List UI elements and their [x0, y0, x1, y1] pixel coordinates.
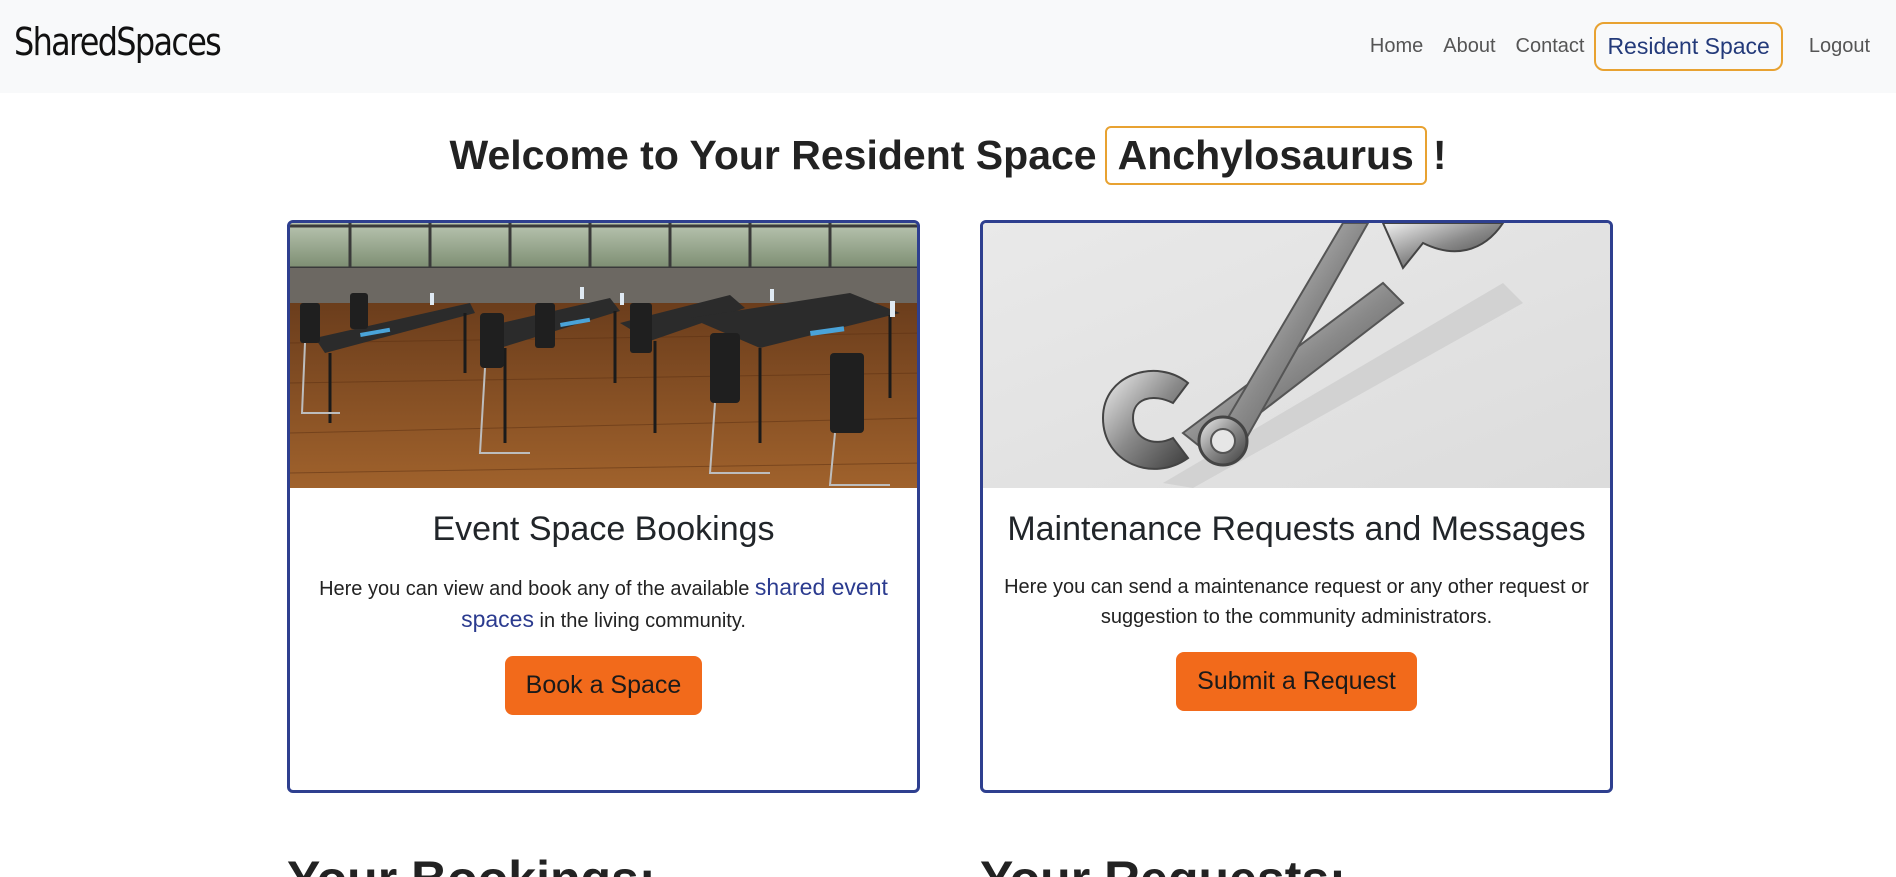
event-text-before: Here you can view and book any of the av… [319, 578, 750, 600]
brand-logo[interactable]: SharedSpaces [14, 20, 222, 64]
book-space-button[interactable]: Book a Space [504, 656, 703, 715]
nav-about-link[interactable]: About [1433, 23, 1505, 70]
wrenches-image [983, 223, 1610, 488]
nav-resident-space-link[interactable]: Resident Space [1594, 22, 1783, 71]
maintenance-card-body: Maintenance Requests and Messages Here y… [983, 488, 1610, 711]
your-bookings-heading: Your Bookings: [287, 850, 656, 877]
navbar: SharedSpaces Home About Contact Resident… [0, 0, 1896, 93]
event-card-description: Here you can view and book any of the av… [308, 572, 899, 636]
event-card-title: Event Space Bookings [432, 510, 775, 548]
maintenance-card-description: Here you can send a maintenance request … [1004, 576, 1589, 628]
nav-links: Home About Contact Resident Space Logout [1360, 22, 1880, 71]
welcome-suffix: ! [1432, 132, 1447, 178]
nav-logout-link[interactable]: Logout [1799, 23, 1880, 70]
username-badge: Anchylosaurus [1104, 126, 1427, 185]
event-text-after: in the living community. [539, 610, 746, 632]
nav-home-link[interactable]: Home [1360, 23, 1433, 70]
event-space-card: Event Space Bookings Here you can view a… [287, 220, 920, 793]
maintenance-card: Maintenance Requests and Messages Here y… [980, 220, 1613, 793]
submit-request-button[interactable]: Submit a Request [1176, 652, 1417, 711]
your-requests-heading: Your Requests: [980, 850, 1346, 877]
conference-room-image [290, 223, 917, 488]
event-card-body: Event Space Bookings Here you can view a… [290, 488, 917, 715]
welcome-prefix: Welcome to Your Resident Space [449, 132, 1097, 178]
page-title: Welcome to Your Resident Space Anchylosau… [0, 126, 1896, 185]
nav-contact-link[interactable]: Contact [1506, 23, 1595, 70]
maintenance-card-title: Maintenance Requests and Messages [1007, 510, 1586, 548]
